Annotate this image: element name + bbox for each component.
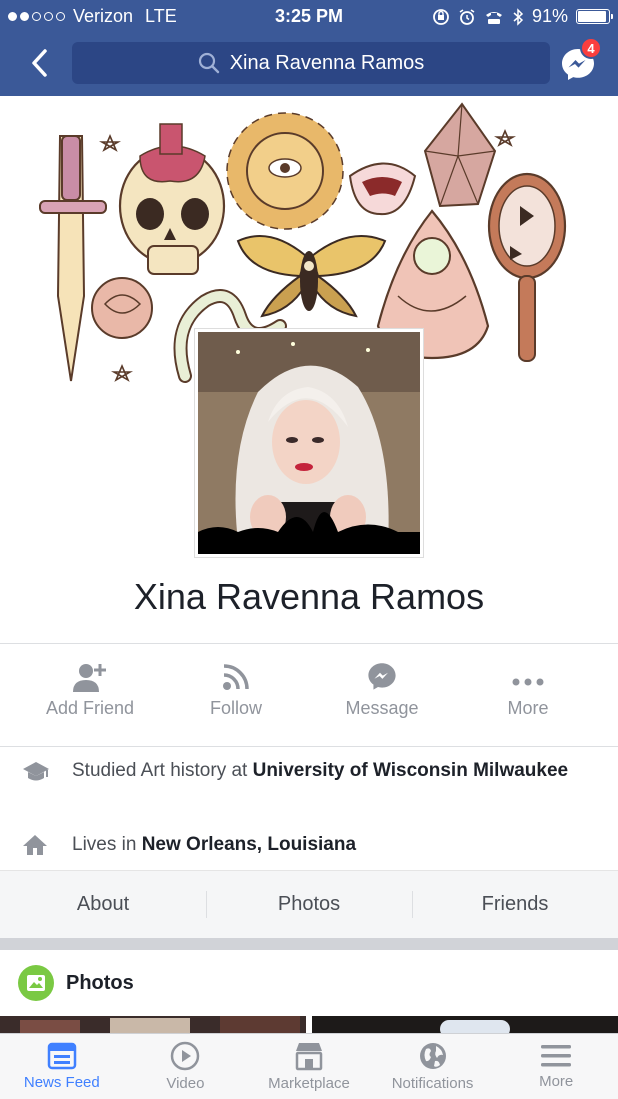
tab-marketplace[interactable]: Marketplace xyxy=(247,1034,371,1099)
alarm-icon xyxy=(459,8,475,25)
skull-drawing xyxy=(118,123,226,275)
marketplace-icon xyxy=(295,1043,323,1071)
more-dots-icon xyxy=(512,678,544,686)
bluetooth-icon xyxy=(513,7,524,26)
bottom-tab-bar: News Feed Video Marketplace Notification… xyxy=(0,1033,618,1099)
tty-icon xyxy=(485,11,502,24)
tab-notifications-label: Notifications xyxy=(391,1075,474,1092)
message-button[interactable]: Message xyxy=(309,660,455,740)
tab-video-label: Video xyxy=(166,1075,205,1092)
tab-about[interactable]: About xyxy=(0,871,206,938)
orientation-lock-icon xyxy=(433,8,449,25)
tab-about-label: About xyxy=(76,893,130,915)
more-button[interactable]: More xyxy=(455,660,601,740)
tab-photos[interactable]: Photos xyxy=(206,871,412,938)
follow-label: Follow xyxy=(209,698,262,718)
messenger-badge: 4 xyxy=(580,37,602,59)
rss-icon xyxy=(223,664,249,690)
profile-actions: Add Friend Follow Message More xyxy=(0,660,618,740)
photos-icon xyxy=(18,965,54,1001)
lives-text: Lives in New Orleans, Louisiana xyxy=(72,832,572,857)
education-text: Studied Art history at University of Wis… xyxy=(72,758,572,783)
add-friend-button[interactable]: Add Friend xyxy=(17,660,163,740)
video-icon xyxy=(171,1041,200,1071)
tab-photos-label: Photos xyxy=(277,893,341,915)
tab-more-label: More xyxy=(539,1073,574,1090)
menu-icon xyxy=(541,1045,572,1067)
tab-marketplace-label: Marketplace xyxy=(268,1075,350,1092)
education-prefix: Studied Art history at xyxy=(72,760,253,781)
dagger-drawing xyxy=(39,135,107,382)
chevron-left-icon xyxy=(32,49,47,77)
tab-video[interactable]: Video xyxy=(124,1034,248,1099)
graduation-cap-icon xyxy=(23,762,49,781)
message-label: Message xyxy=(345,698,419,718)
add-friend-label: Add Friend xyxy=(45,698,135,718)
mirror-drawing xyxy=(487,172,567,362)
tab-friends-label: Friends xyxy=(481,893,549,915)
rose-drawing xyxy=(91,277,153,339)
search-bar[interactable]: Xina Ravenna Ramos xyxy=(72,42,550,84)
photos-section-header[interactable]: Photos xyxy=(0,950,618,1016)
photos-section-title: Photos xyxy=(66,972,134,994)
messenger-icon xyxy=(368,663,396,690)
crystal-drawing xyxy=(423,102,497,208)
tab-news-feed-label: News Feed xyxy=(23,1074,100,1091)
battery-percent: 91% xyxy=(531,6,568,26)
status-bar: Verizon LTE 3:25 PM 91% xyxy=(0,0,618,32)
moth-drawing xyxy=(236,235,387,318)
search-icon xyxy=(198,52,219,74)
search-query: Xina Ravenna Ramos xyxy=(229,51,425,74)
back-button[interactable] xyxy=(24,46,54,80)
profile-picture[interactable] xyxy=(194,328,424,558)
fangs-drawing xyxy=(348,162,417,216)
more-label: More xyxy=(507,698,549,718)
battery-icon xyxy=(576,9,613,24)
tab-more[interactable]: More xyxy=(494,1034,618,1099)
education-school[interactable]: University of Wisconsin Milwaukee xyxy=(253,760,569,781)
follow-button[interactable]: Follow xyxy=(163,660,309,740)
globe-icon xyxy=(419,1043,446,1069)
divider xyxy=(0,746,618,747)
lives-city[interactable]: New Orleans, Louisiana xyxy=(142,834,356,855)
tab-news-feed[interactable]: News Feed xyxy=(0,1034,124,1099)
home-icon xyxy=(23,835,47,855)
profile-name: Xina Ravenna Ramos xyxy=(133,576,485,617)
divider xyxy=(0,643,618,644)
news-feed-icon xyxy=(47,1042,77,1070)
sun-drawing xyxy=(226,112,344,230)
tab-notifications[interactable]: Notifications xyxy=(371,1034,495,1099)
add-friend-icon xyxy=(73,664,106,692)
tab-friends[interactable]: Friends xyxy=(412,871,618,938)
profile-subnav: About Photos Friends xyxy=(0,870,618,938)
section-separator xyxy=(0,938,618,950)
profile-photo-image xyxy=(198,332,420,554)
lives-prefix: Lives in xyxy=(72,834,142,855)
